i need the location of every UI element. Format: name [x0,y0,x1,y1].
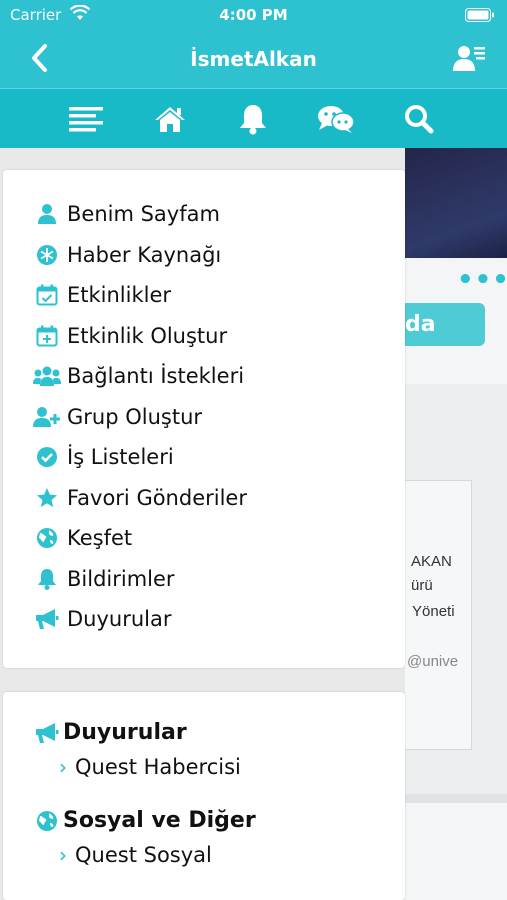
clock: 4:00 PM [219,6,288,24]
notifications-tab[interactable] [233,101,273,137]
bell-icon [240,105,266,135]
menu-item-duyurular[interactable]: Duyurular [33,604,172,634]
more-options-icon[interactable]: ••• [457,265,507,295]
calendar-check-icon [33,283,61,307]
battery-icon [465,8,495,26]
messages-tab[interactable] [316,101,356,137]
navigation-bar: İsmetAlkan [0,30,507,88]
section-duyurular: Duyurular [33,720,187,745]
menu-item-favori-gonderiler[interactable]: Favori Gönderiler [33,483,247,513]
profile-button[interactable] [451,40,487,76]
search-icon [405,105,434,134]
menu-card: Benim Sayfam Haber Kaynağı Etkinlikler E… [3,170,405,668]
side-drawer: Benim Sayfam Haber Kaynağı Etkinlikler E… [0,148,405,900]
globe-icon [33,809,61,833]
home-tab[interactable] [150,101,190,137]
star-icon [33,486,61,510]
channels-card: Duyurular › Quest Habercisi Sosyal ve Di… [3,692,405,900]
menu-item-etkinlikler[interactable]: Etkinlikler [33,280,171,310]
profile-list-icon [453,46,485,71]
user-plus-icon [33,405,61,429]
calendar-plus-icon [33,324,61,348]
snowflake-icon [33,243,61,267]
bell-icon [33,567,61,591]
status-bar: Carrier 4:00 PM [0,0,507,30]
menu-item-kesfet[interactable]: Keşfet [33,523,132,553]
profile-info-card: AKAN ürü Yöneti @unive [405,480,472,750]
menu-item-is-listeleri[interactable]: İş Listeleri [33,442,174,472]
tab-bar [0,88,507,148]
underlying-page: ••• da AKAN ürü Yöneti @unive [405,148,507,900]
cover-image [405,148,507,258]
channel-link-quest-habercisi[interactable]: › Quest Habercisi [59,755,241,779]
page-title: İsmetAlkan [190,47,317,71]
channel-link-quest-sosyal[interactable]: › Quest Sosyal [59,843,212,867]
action-button[interactable]: da [405,303,485,346]
check-circle-icon [33,445,61,469]
menu-item-etkinlik-olustur[interactable]: Etkinlik Oluştur [33,321,227,351]
home-icon [155,107,185,132]
megaphone-icon [33,607,61,631]
chevron-right-icon: › [59,843,67,867]
globe-icon [33,526,61,550]
chat-bubbles-icon [318,106,355,133]
section-sosyal: Sosyal ve Diğer [33,808,256,833]
menu-lines-icon [69,107,103,132]
menu-item-haber-kaynagi[interactable]: Haber Kaynağı [33,240,221,270]
menu-tab[interactable] [66,101,106,137]
menu-item-bildirimler[interactable]: Bildirimler [33,564,175,594]
menu-item-grup-olustur[interactable]: Grup Oluştur [33,402,202,432]
users-icon [33,364,61,388]
megaphone-icon [33,721,61,745]
user-icon [33,202,61,226]
search-tab[interactable] [399,101,439,137]
menu-item-baglanti-istekleri[interactable]: Bağlantı İstekleri [33,361,244,391]
menu-item-benim-sayfam[interactable]: Benim Sayfam [33,199,220,229]
chevron-right-icon: › [59,755,67,779]
